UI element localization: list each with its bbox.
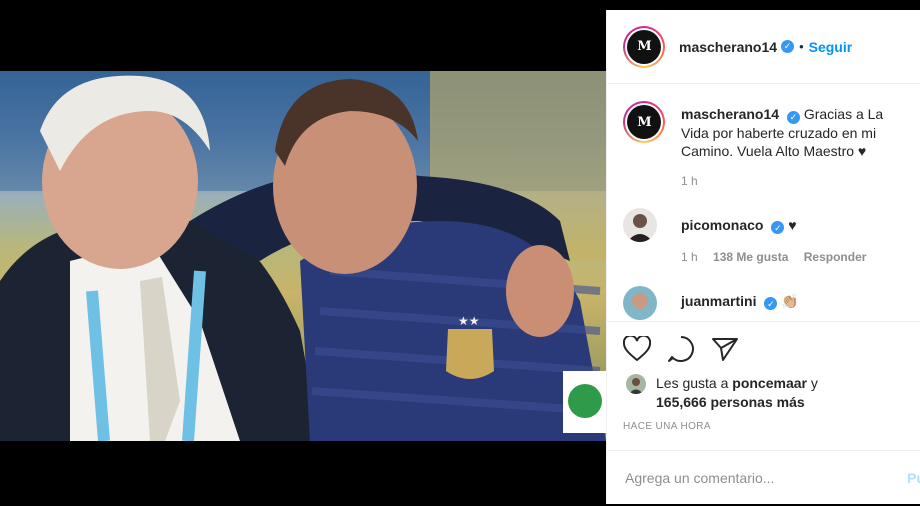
commenter-avatar[interactable] xyxy=(623,207,657,242)
caption-row: M mascherano14 ✓ Gracias a La Vida por h… xyxy=(623,101,905,160)
comment-text: picomonaco ✓ ♥ xyxy=(681,216,797,234)
liker-avatar-image xyxy=(626,374,646,394)
caption-meta: 1 h xyxy=(681,174,905,188)
post-actions: Les gusta a poncemaar y 165,666 personas… xyxy=(607,321,920,432)
commenter-username[interactable]: picomonaco xyxy=(681,217,763,233)
comment-bubble-icon[interactable] xyxy=(667,335,695,363)
reply-button[interactable]: Responder xyxy=(804,250,867,264)
follow-button[interactable]: Seguir xyxy=(809,39,853,55)
comments-list[interactable]: M mascherano14 ✓ Gracias a La Vida por h… xyxy=(607,85,920,321)
separator-dot: • xyxy=(799,39,804,54)
post-header: M mascherano14 ✓ • Seguir xyxy=(607,10,920,84)
commenter-username[interactable]: juanmartini xyxy=(681,293,756,309)
post-timestamp[interactable]: HACE UNA HORA xyxy=(623,421,905,432)
comment-body: 👏🏼 xyxy=(781,292,799,309)
verified-badge-icon: ✓ xyxy=(786,110,800,124)
likes-prefix: Les gusta a xyxy=(656,375,729,391)
caption-author-avatar[interactable]: M xyxy=(623,101,665,143)
comment-meta: 1 h 138 Me gusta Responder xyxy=(681,250,905,264)
share-send-icon[interactable] xyxy=(711,336,739,362)
caption-time[interactable]: 1 h xyxy=(681,174,698,188)
comment-time[interactable]: 1 h xyxy=(681,250,698,264)
photo-illustration: ★★ xyxy=(0,71,606,441)
liker-avatar[interactable] xyxy=(626,374,646,394)
commenter-avatar[interactable] xyxy=(623,285,657,320)
post-photo[interactable]: ★★ xyxy=(0,71,606,441)
post-media[interactable]: ★★ xyxy=(0,0,606,506)
action-icons xyxy=(623,334,905,364)
like-heart-icon[interactable] xyxy=(623,336,651,362)
likes-summary: Les gusta a poncemaar y 165,666 personas… xyxy=(623,374,905,412)
verified-badge-icon: ✓ xyxy=(781,40,795,53)
likes-count[interactable]: 165,666 personas más xyxy=(656,394,805,410)
author-avatar[interactable]: M xyxy=(623,25,665,68)
comment-row: juanmartini ✓ 👏🏼 xyxy=(623,285,905,320)
likes-joiner: y xyxy=(810,375,818,391)
post-side-panel: M mascherano14 ✓ • Seguir M mascherano14… xyxy=(606,10,920,504)
comment-text: juanmartini ✓ 👏🏼 xyxy=(681,292,799,310)
commenter-avatar-image xyxy=(623,207,657,242)
caption-text: mascherano14 ✓ Gracias a La Vida por hab… xyxy=(681,105,905,160)
comment-row: picomonaco ✓ ♥ xyxy=(623,207,905,242)
svg-text:★★: ★★ xyxy=(458,314,480,328)
caption-username[interactable]: mascherano14 xyxy=(681,106,779,122)
post-comment-button[interactable]: Pu xyxy=(907,470,920,486)
verified-badge-icon: ✓ xyxy=(771,221,785,234)
comment-likes[interactable]: 138 Me gusta xyxy=(713,250,788,264)
liker-username[interactable]: poncemaar xyxy=(732,375,807,391)
avatar-monogram: M xyxy=(627,29,661,64)
commenter-avatar-image xyxy=(623,285,657,320)
likes-text: Les gusta a poncemaar y 165,666 personas… xyxy=(656,374,818,412)
heart-emoji-icon: ♥ xyxy=(788,216,797,233)
comment-composer: Pu xyxy=(607,450,920,504)
author-username[interactable]: mascherano14 xyxy=(679,39,777,55)
heart-emoji-icon: ♥ xyxy=(857,142,867,159)
comment-input[interactable] xyxy=(625,469,885,486)
verified-badge-icon: ✓ xyxy=(764,297,778,310)
caption-avatar-monogram: M xyxy=(627,105,661,139)
